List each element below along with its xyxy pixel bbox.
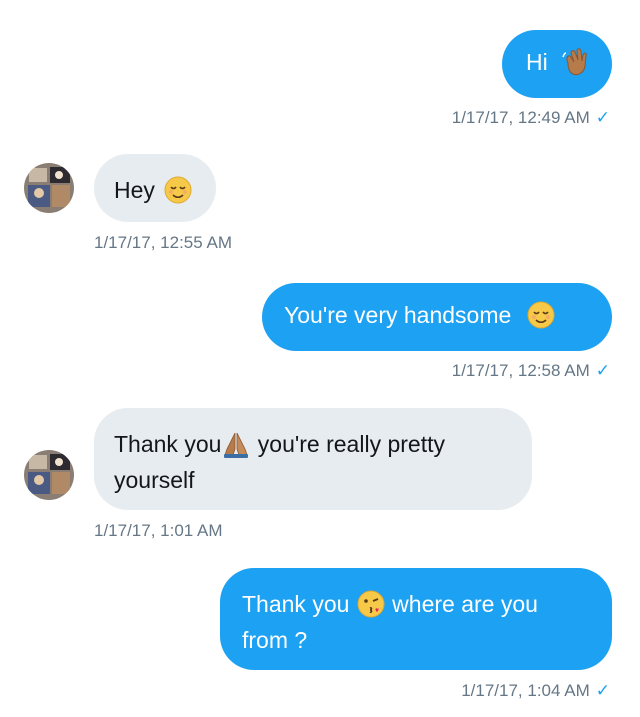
read-check-icon: ✓: [595, 361, 610, 380]
message-text: Hi: [526, 49, 548, 75]
message-text: from ?: [242, 627, 308, 653]
message-bubble-sent[interactable]: You're very handsome: [262, 283, 612, 351]
message-text-line: Thank you you're really pretty: [114, 426, 532, 462]
message-text: Thank you: [242, 591, 356, 617]
message-text-line: Thank you where are you: [242, 586, 612, 622]
avatar-image: [24, 450, 74, 500]
message-text: yourself: [114, 467, 195, 493]
message-timestamp: 1/17/17, 12:49 AM ✓: [451, 108, 610, 127]
relieved-face-emoji: [164, 176, 192, 204]
folded-hands-emoji: [224, 432, 249, 458]
avatar[interactable]: [24, 163, 74, 213]
avatar[interactable]: [24, 450, 74, 500]
face-blowing-kiss-emoji: [357, 590, 385, 618]
message-text: You're very handsome: [284, 302, 512, 328]
message-bubble-sent[interactable]: Thank you where are you from ?: [220, 568, 612, 670]
avatar-image: [24, 163, 74, 213]
message-timestamp: 1/17/17, 12:55 AM: [94, 233, 232, 252]
message-timestamp: 1/17/17, 1:04 AM ✓: [461, 681, 610, 700]
message-bubble-sent[interactable]: Hi: [502, 30, 612, 98]
waving-hand-emoji: [562, 48, 587, 75]
message-text-line: yourself: [114, 462, 532, 498]
read-check-icon: ✓: [595, 108, 610, 127]
message-timestamp: 1/17/17, 1:01 AM: [94, 521, 223, 540]
message-text-line: from ?: [242, 622, 612, 658]
message-bubble-received[interactable]: Hey: [94, 154, 216, 222]
message-text: Thank you: [114, 431, 222, 457]
message-text: where are you: [385, 591, 538, 617]
read-check-icon: ✓: [595, 681, 610, 700]
message-text: Hey: [114, 177, 155, 203]
message-timestamp: 1/17/17, 12:58 AM ✓: [451, 361, 610, 380]
relieved-face-emoji: [527, 301, 555, 329]
message-text: you're really pretty: [251, 431, 445, 457]
message-bubble-received[interactable]: Thank you you're really pretty yourself: [94, 408, 532, 510]
